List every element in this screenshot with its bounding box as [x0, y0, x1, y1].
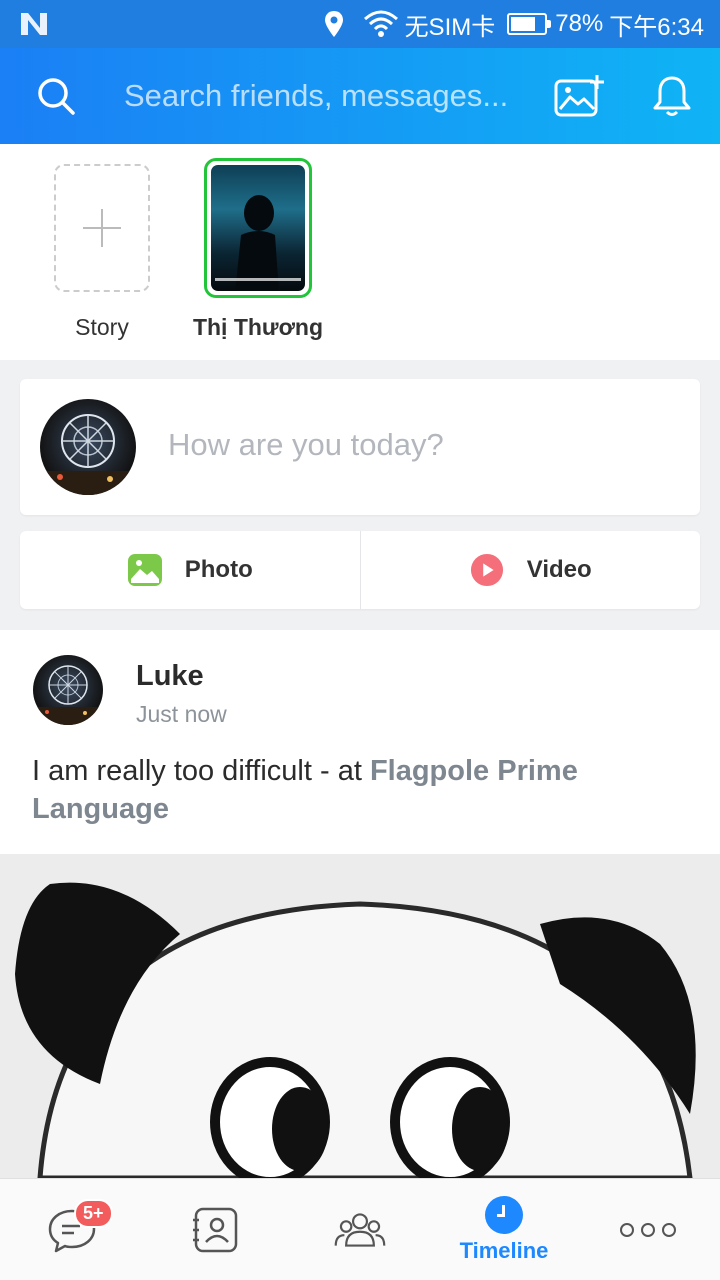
add-photo-icon[interactable]	[554, 73, 606, 119]
contacts-icon	[193, 1207, 238, 1252]
video-icon	[470, 553, 503, 587]
bell-icon[interactable]	[652, 74, 692, 118]
story-silhouette	[235, 195, 279, 291]
compose-actions: Photo Video	[20, 531, 700, 609]
compose-card[interactable]: How are you today?	[20, 379, 700, 515]
search-icon[interactable]	[36, 76, 76, 116]
status-bar: 无SIM卡 78% 下午6:34	[0, 0, 720, 48]
timeline-label: Timeline	[459, 1237, 549, 1263]
compose-prompt[interactable]: How are you today?	[168, 427, 444, 463]
location-icon	[324, 11, 343, 37]
video-button[interactable]: Video	[359, 531, 701, 609]
ferris-wheel-image	[33, 665, 103, 725]
nav-more[interactable]	[576, 1179, 720, 1280]
clock-text: 下午6:34	[609, 13, 704, 41]
nav-messages[interactable]: 5+	[0, 1179, 144, 1280]
story-caption	[215, 278, 301, 281]
post-body: I am really too difficult - at	[32, 755, 370, 787]
timeline-icon	[485, 1195, 523, 1234]
search-input[interactable]: Search friends, messages...	[124, 78, 518, 114]
story-name: Thị Thương	[192, 314, 324, 340]
post-image[interactable]	[0, 854, 720, 1178]
story-strip: Story Thị Thương	[0, 144, 720, 360]
nav-groups[interactable]	[288, 1179, 432, 1280]
plus-icon	[83, 209, 121, 247]
photo-label: Photo	[184, 556, 253, 583]
post-avatar[interactable]	[33, 655, 103, 725]
photo-icon	[127, 554, 162, 586]
story-add-label: Story	[75, 314, 129, 340]
battery-text: 78%	[555, 10, 604, 37]
post-time: Just now	[136, 701, 227, 727]
feed-post: Luke Just now I am really too difficult …	[0, 630, 720, 854]
nav-contacts[interactable]	[144, 1179, 288, 1280]
video-label: Video	[526, 556, 592, 583]
story-item[interactable]	[204, 158, 312, 298]
story-thumbnail	[211, 165, 305, 291]
post-text: I am really too difficult - at Flagpole …	[32, 752, 692, 828]
battery-icon	[507, 13, 552, 35]
wifi-icon	[363, 10, 398, 37]
messages-badge: 5+	[74, 1199, 113, 1228]
post-author[interactable]: Luke	[136, 660, 204, 693]
carrier-text: 无SIM卡	[404, 13, 496, 41]
n-logo-icon	[21, 13, 47, 35]
avatar[interactable]	[40, 399, 136, 495]
ferris-wheel-image	[40, 414, 136, 495]
more-icon	[620, 1222, 676, 1237]
add-story-button[interactable]	[54, 164, 150, 292]
group-icon	[334, 1212, 386, 1247]
photo-button[interactable]: Photo	[20, 531, 360, 609]
nav-timeline[interactable]: Timeline	[432, 1179, 576, 1280]
search-header: Search friends, messages...	[0, 48, 720, 144]
bottom-nav: 5+ Timeline	[0, 1178, 720, 1280]
panda-image	[0, 854, 720, 1178]
